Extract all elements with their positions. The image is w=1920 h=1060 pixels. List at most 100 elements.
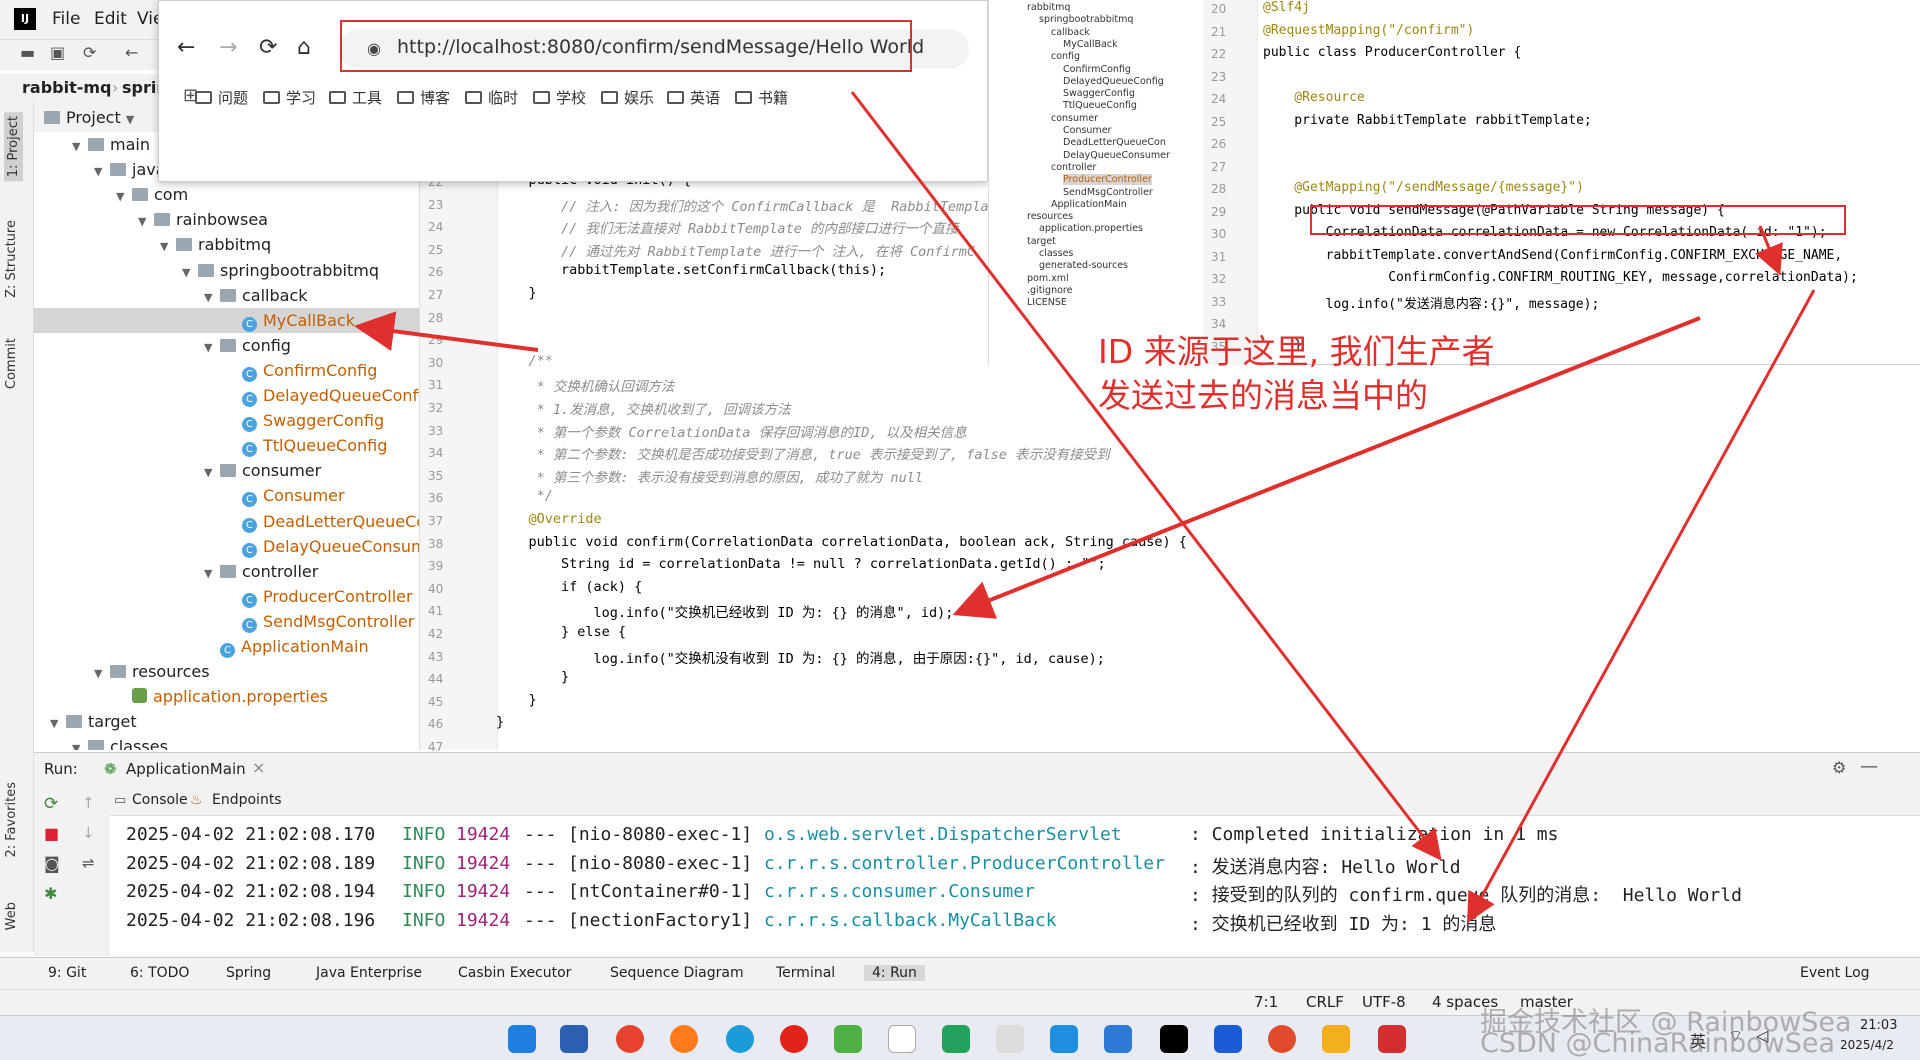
document-app-icon[interactable] [996, 1025, 1024, 1053]
expand-arrow-icon[interactable]: ▼ [138, 209, 154, 234]
tab-console[interactable]: Console [132, 792, 188, 808]
bookmark-folder[interactable]: 临时 [465, 87, 518, 108]
tab-spring[interactable]: Spring [226, 965, 271, 981]
intellij-taskbar-icon[interactable] [1160, 1025, 1188, 1053]
close-icon[interactable]: × [252, 758, 265, 777]
tab-run[interactable]: 4: Run [864, 965, 925, 981]
console-output[interactable]: 2025-04-02 21:02:08.170 INFO 19424 --- [nio-… [110, 816, 1920, 956]
tree-file[interactable]: C TtlQueueConfig [34, 433, 419, 458]
chrome-icon[interactable] [616, 1025, 644, 1053]
home-icon[interactable]: ⌂ [297, 35, 311, 60]
reload-icon[interactable]: ⟳ [259, 35, 277, 60]
expand-arrow-icon[interactable]: ▼ [72, 134, 88, 159]
tree-file[interactable]: C ConfirmConfig [34, 358, 419, 383]
debug-icon[interactable]: ✱ [44, 884, 57, 903]
feishu-icon[interactable] [1214, 1025, 1242, 1053]
stop-icon[interactable]: ■ [44, 824, 59, 843]
sync-icon[interactable]: ⟳ [83, 43, 96, 62]
expand-arrow-icon[interactable]: ▼ [50, 711, 66, 736]
expand-arrow-icon[interactable]: ▼ [204, 335, 220, 360]
tree-folder[interactable]: ▼ rainbowsea [34, 207, 419, 234]
tab-todo[interactable]: 6: TODO [130, 965, 189, 981]
menu-file[interactable]: File [52, 9, 80, 29]
tree-file[interactable]: C DelayQueueConsumer [34, 534, 419, 559]
bookmark-folder[interactable]: 书籍 [735, 87, 788, 108]
forward-icon[interactable]: → [219, 35, 237, 60]
tree-folder[interactable]: ▼ callback [34, 283, 419, 310]
tree-folder[interactable]: ▼ com [34, 182, 419, 209]
tab-structure[interactable]: Z: Structure [4, 220, 19, 298]
tree-file[interactable]: C SwaggerConfig [34, 408, 419, 433]
menu-edit[interactable]: Edit [94, 9, 127, 29]
tree-file[interactable]: C DeadLetterQueueCon [34, 509, 419, 534]
save-app-icon[interactable] [560, 1025, 588, 1053]
bookmark-folder[interactable]: 娱乐 [601, 87, 654, 108]
tree-folder[interactable]: ▼ target [34, 709, 419, 736]
tab-casbin-executor[interactable]: Casbin Executor [458, 965, 571, 981]
file-explorer-icon[interactable] [1322, 1025, 1350, 1053]
tree-file[interactable]: C ApplicationMain [34, 634, 419, 659]
status-line-ending[interactable]: CRLF [1306, 993, 1344, 1011]
tab-git[interactable]: 9: Git [48, 965, 86, 981]
breadcrumb-project[interactable]: rabbit-mq [22, 78, 112, 97]
back-icon[interactable]: ← [177, 35, 195, 60]
expand-arrow-icon[interactable]: ▼ [204, 460, 220, 485]
minimize-icon[interactable]: — [1860, 756, 1878, 777]
clock-date[interactable]: 2025/4/2 [1840, 1038, 1894, 1052]
tab-sequence-diagram[interactable]: Sequence Diagram [610, 965, 744, 981]
edge-icon[interactable] [726, 1025, 754, 1053]
tab-java-enterprise[interactable]: Java Enterprise [316, 965, 422, 981]
expand-arrow-icon[interactable]: ▼ [204, 285, 220, 310]
tab-terminal[interactable]: Terminal [776, 965, 835, 981]
expand-arrow-icon[interactable]: ▼ [72, 736, 88, 750]
pycharm-icon[interactable] [834, 1025, 862, 1053]
gear-icon[interactable]: ⚙ [1832, 758, 1846, 777]
status-caret[interactable]: 7:1 [1254, 993, 1278, 1011]
tree-file[interactable]: application.properties [34, 684, 419, 709]
bookmark-folder[interactable]: 学习 [263, 87, 316, 108]
tree-file[interactable]: C SendMsgController [34, 609, 419, 634]
tree-folder[interactable]: ▼ resources [34, 659, 419, 686]
tree-folder[interactable]: ▼ rabbitmq [34, 232, 419, 259]
tab-web[interactable]: Web [4, 902, 19, 930]
soft-wrap-icon[interactable]: ⇌ [82, 854, 95, 872]
todo-app-icon[interactable] [1050, 1025, 1078, 1053]
scroll-up-icon[interactable]: ↑ [82, 794, 95, 812]
camera-icon[interactable]: ◙ [44, 854, 60, 873]
bookmark-folder[interactable]: 学校 [533, 87, 586, 108]
expand-arrow-icon[interactable]: ▼ [116, 184, 132, 209]
open-folder-icon[interactable]: ▬ [20, 43, 35, 62]
wps-icon[interactable] [1378, 1025, 1406, 1053]
tree-file[interactable]: C ProducerController [34, 584, 419, 609]
windows-start-icon[interactable] [508, 1025, 536, 1053]
expand-arrow-icon[interactable]: ▼ [94, 159, 110, 184]
tab-favorites[interactable]: 2: Favorites [4, 782, 19, 858]
expand-arrow-icon[interactable]: ▼ [204, 561, 220, 586]
typora-icon[interactable] [888, 1025, 916, 1053]
chevron-down-icon[interactable]: ▼ [126, 113, 134, 126]
expand-arrow-icon[interactable]: ▼ [94, 661, 110, 686]
scroll-down-icon[interactable]: ↓ [82, 824, 95, 842]
netease-music-icon[interactable] [780, 1025, 808, 1053]
tree-file[interactable]: C MyCallBack [34, 307, 419, 333]
bookmark-folder[interactable]: 博客 [397, 87, 450, 108]
tab-project[interactable]: 1: Project [4, 112, 23, 182]
bookmark-app-icon[interactable] [942, 1025, 970, 1053]
save-icon[interactable]: ▣ [50, 43, 65, 62]
tree-folder[interactable]: ▼ controller [34, 559, 419, 586]
tree-file[interactable]: C Consumer [34, 483, 419, 508]
tab-endpoints[interactable]: Endpoints [212, 792, 282, 808]
tree-folder[interactable]: ▼ springbootrabbitmq [34, 258, 419, 283]
remote-app-icon[interactable] [1104, 1025, 1132, 1053]
tree-folder[interactable]: ▼ config [34, 333, 419, 360]
bookmark-folder[interactable]: 问题 [195, 87, 248, 108]
tree-folder[interactable]: ▼ classes [34, 734, 419, 750]
bookmark-folder[interactable]: 英语 [667, 87, 720, 108]
tab-commit[interactable]: Commit [4, 338, 19, 389]
expand-arrow-icon[interactable]: ▼ [160, 234, 176, 259]
rerun-icon[interactable]: ⟳ [44, 794, 58, 814]
tree-file[interactable]: C DelayedQueueConfig [34, 383, 419, 408]
clock-time[interactable]: 21:03 [1860, 1018, 1897, 1033]
firefox-icon[interactable] [670, 1025, 698, 1053]
project-panel-title[interactable]: Project [66, 108, 121, 127]
